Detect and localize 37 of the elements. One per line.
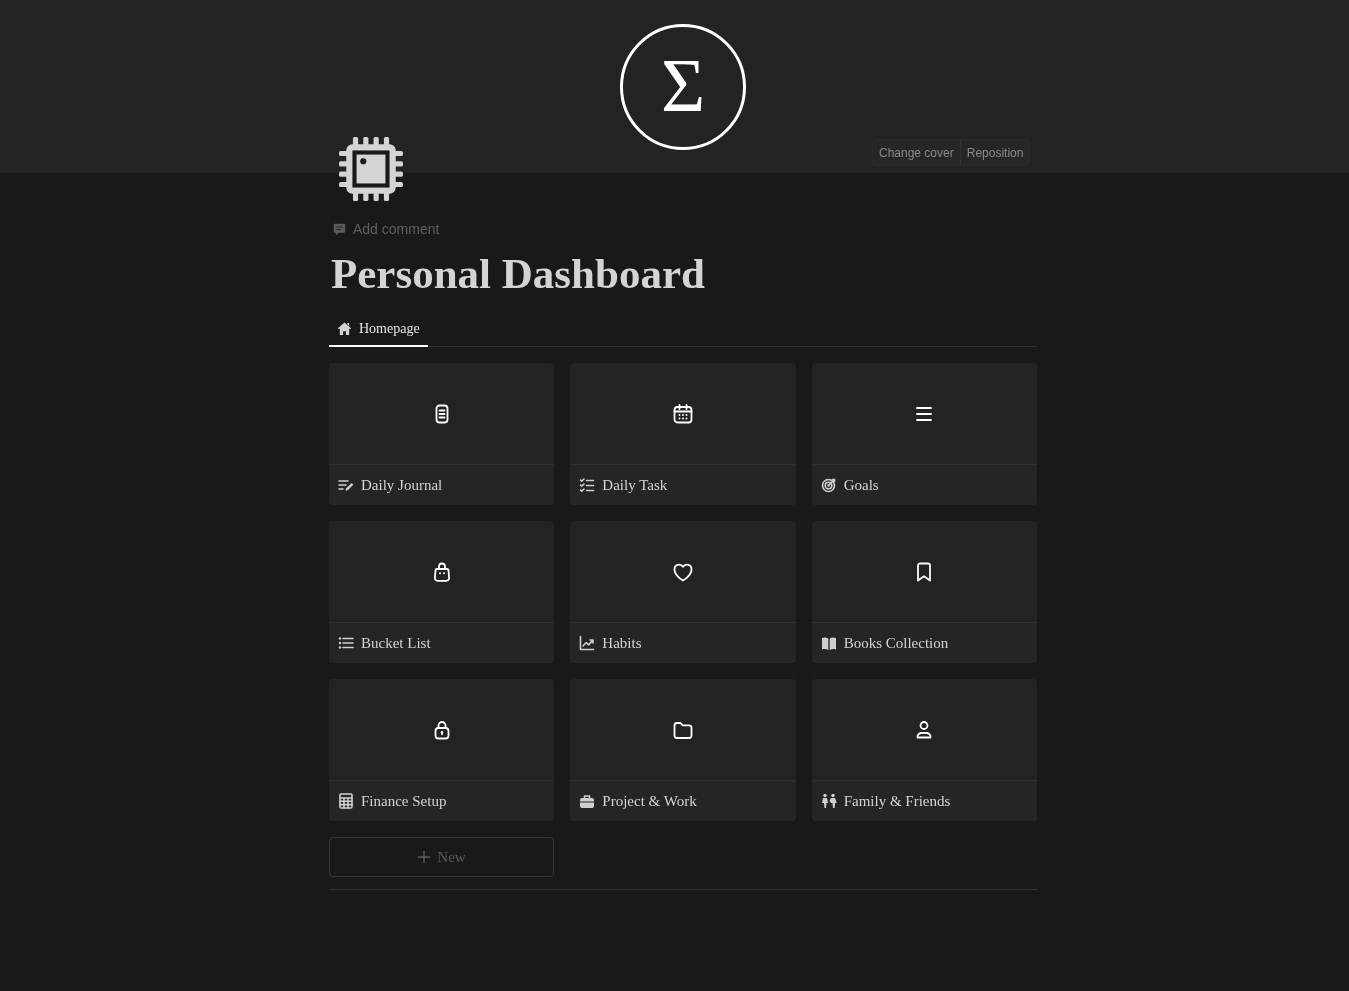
page-card[interactable]: Daily Journal (329, 363, 555, 505)
card-title: Daily Task (602, 475, 668, 495)
checklist-icon (579, 477, 596, 493)
calculator-icon (338, 793, 354, 809)
two-people-icon (820, 793, 837, 809)
card-title: Daily Journal (361, 475, 443, 495)
page-card[interactable]: Habits (570, 521, 796, 663)
card-title: Finance Setup (361, 791, 447, 811)
open-book-icon (820, 635, 837, 651)
calendar-icon (671, 401, 695, 426)
line-chart-icon (579, 635, 596, 651)
change-cover-button[interactable]: Change cover (873, 140, 960, 165)
reposition-button[interactable]: Reposition (959, 140, 1030, 165)
edit-list-icon (338, 477, 354, 493)
briefcase-icon (579, 793, 596, 809)
card-title: Goals (843, 475, 879, 495)
target-icon (820, 477, 837, 493)
card-title: Bucket List (361, 633, 431, 653)
home-icon (337, 321, 352, 336)
page-card[interactable]: Project & Work (570, 679, 796, 821)
page-card[interactable]: Family & Friends (811, 679, 1037, 821)
comment-icon (333, 222, 346, 236)
page-title: Personal Dashboard (330, 249, 706, 299)
card-title: Habits (602, 633, 642, 653)
page-card[interactable]: Bucket List (329, 521, 555, 663)
card-title: Books Collection (843, 633, 949, 653)
chip-icon[interactable] (338, 136, 404, 202)
plus-icon (417, 850, 432, 864)
sigma-logo: Σ (620, 24, 746, 150)
page-card[interactable]: Daily Task (570, 363, 796, 505)
page-card[interactable]: Finance Setup (329, 679, 555, 821)
page-card[interactable]: Goals (811, 363, 1037, 505)
homepage-tab[interactable]: Homepage (329, 312, 428, 347)
bulleted-list-icon (338, 635, 354, 651)
card-title: Project & Work (602, 791, 697, 811)
card-title: Family & Friends (843, 791, 951, 811)
page-card[interactable]: Books Collection (811, 521, 1037, 663)
